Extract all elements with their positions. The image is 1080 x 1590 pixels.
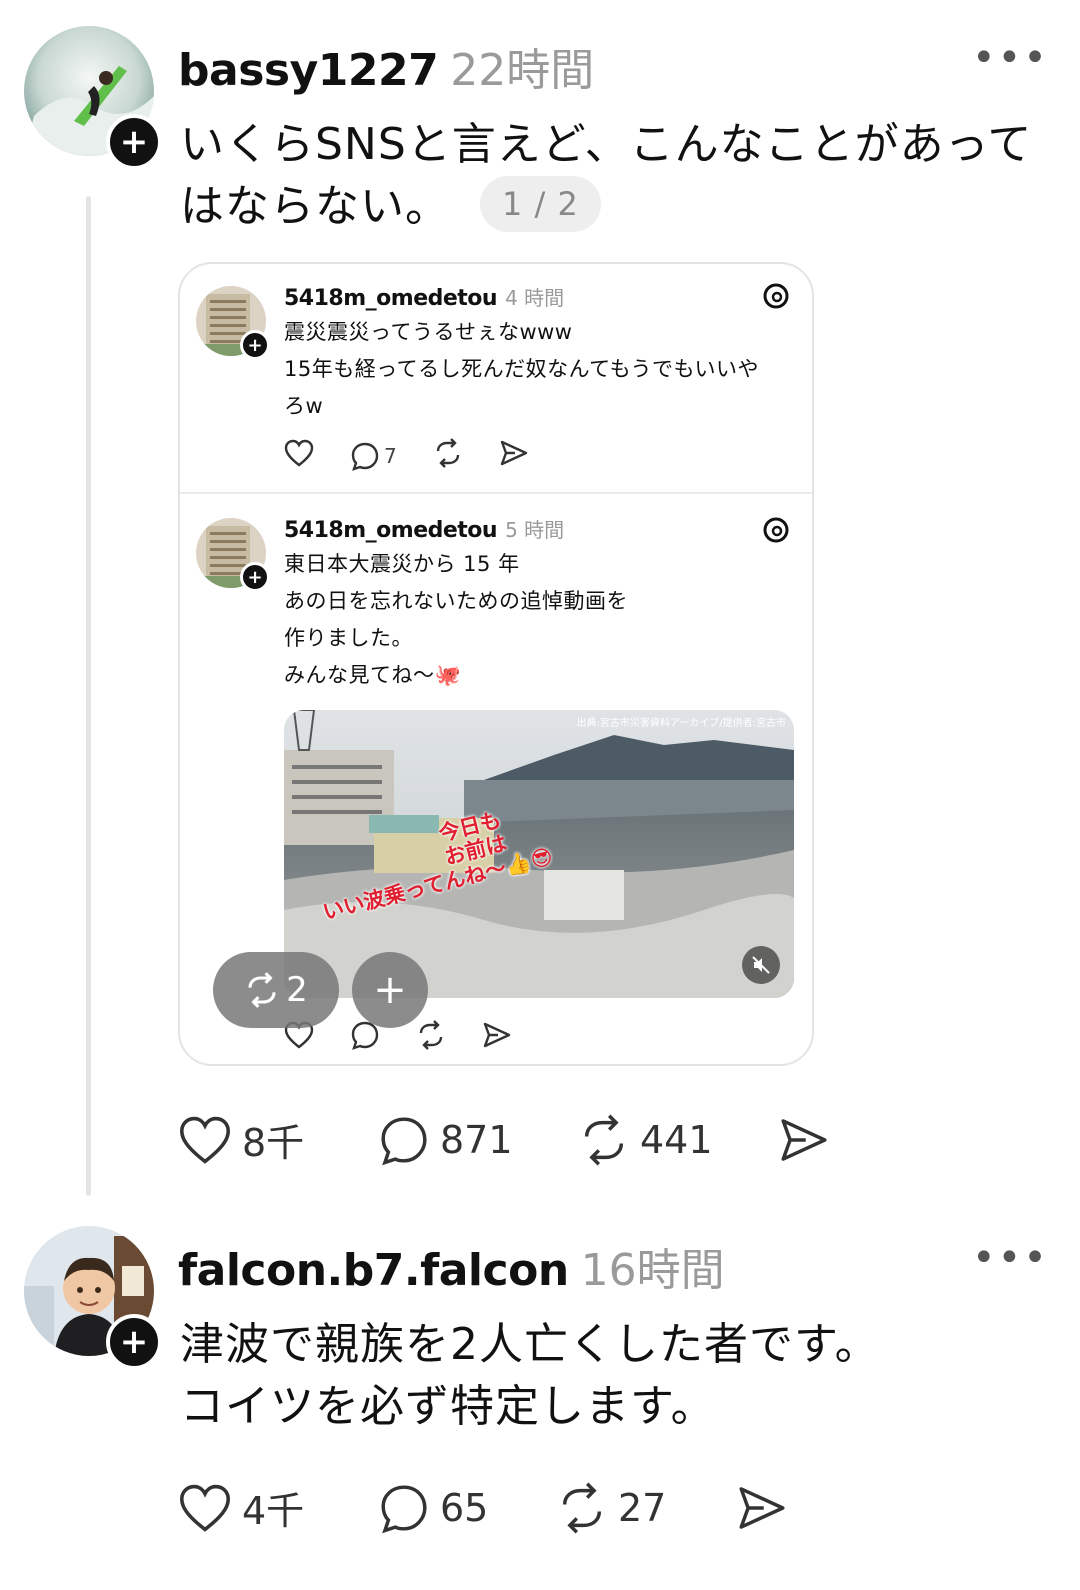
share-button[interactable] (736, 1482, 788, 1534)
thread-line (86, 196, 91, 1196)
follow-plus-icon[interactable]: + (240, 330, 270, 360)
repost-button[interactable]: 441 (578, 1114, 778, 1166)
post-text: 津波で親族を2人亡くした者です。 コイツを必ず特定します。 (180, 1319, 880, 1432)
post-time: 5 時間 (505, 518, 565, 542)
repost-count: 27 (618, 1485, 667, 1530)
share-icon[interactable] (482, 1020, 512, 1055)
like-count: 8千 (242, 1121, 305, 1165)
add-overlay-button[interactable]: + (352, 952, 428, 1028)
post-time: 22時間 (450, 45, 595, 96)
username[interactable]: falcon.b7.falcon (178, 1245, 569, 1296)
reply-button[interactable]: 7 (350, 441, 397, 471)
like-button[interactable]: 4千 (178, 1480, 378, 1535)
reply-button[interactable]: 871 (378, 1114, 578, 1166)
username[interactable]: 5418m_omedetou (284, 286, 498, 311)
follow-plus-icon[interactable]: + (106, 114, 162, 170)
video-thumbnail[interactable]: 出典:宮古市災害資料アーカイブ/提供者:宮古市 今日も お前は いい波乗ってんね… (284, 710, 794, 998)
username[interactable]: 5418m_omedetou (284, 518, 498, 543)
video-credit: 出典:宮古市災害資料アーカイブ/提供者:宮古市 (576, 718, 786, 729)
post-time: 4 時間 (505, 286, 565, 310)
reply-count: 7 (384, 443, 397, 468)
post-time: 16時間 (580, 1245, 725, 1296)
threads-logo-icon (762, 516, 790, 548)
more-options-icon[interactable]: ••• (972, 38, 1049, 78)
more-options-icon[interactable]: ••• (972, 1238, 1049, 1278)
follow-plus-icon[interactable]: + (240, 562, 270, 592)
repost-count: 441 (640, 1117, 713, 1162)
follow-plus-icon[interactable]: + (106, 1314, 162, 1370)
repost-icon[interactable] (433, 438, 463, 473)
repost-overlay-count: 2 (286, 970, 308, 1010)
like-count: 4千 (242, 1489, 305, 1533)
repost-icon[interactable] (416, 1020, 446, 1055)
quoted-post-text: 東日本大震災から 15 年 あの日を忘れないための追悼動画を 作りました。 みん… (284, 552, 628, 687)
quoted-post-card[interactable]: + 5418m_omedetou 4 時間 震災震災ってうるせぇなwww 15年… (178, 262, 814, 1066)
repost-button[interactable]: 27 (556, 1482, 736, 1534)
like-icon[interactable] (284, 439, 314, 472)
quoted-post-text: 震災震災ってうるせぇなwww 15年も経ってるし死んだ奴なんてもうでもいいや ろ… (284, 320, 760, 418)
reply-button[interactable]: 65 (378, 1482, 556, 1534)
threads-logo-icon (762, 282, 790, 314)
share-button[interactable] (778, 1114, 830, 1166)
quoted-post-item: + 5418m_omedetou 4 時間 震災震災ってうるせぇなwww 15年… (180, 264, 812, 492)
repost-overlay-button[interactable]: 2 (213, 952, 339, 1028)
page-indicator: 1 / 2 (480, 176, 601, 232)
reply-count: 871 (440, 1117, 513, 1162)
share-icon[interactable] (499, 438, 529, 473)
mute-icon[interactable] (742, 946, 780, 984)
post-text: いくらSNSと言えど、こんなことがあって はならない。 1 / 2 (180, 119, 1033, 232)
like-button[interactable]: 8千 (178, 1112, 378, 1167)
username[interactable]: bassy1227 (178, 45, 439, 96)
reply-count: 65 (440, 1485, 489, 1530)
